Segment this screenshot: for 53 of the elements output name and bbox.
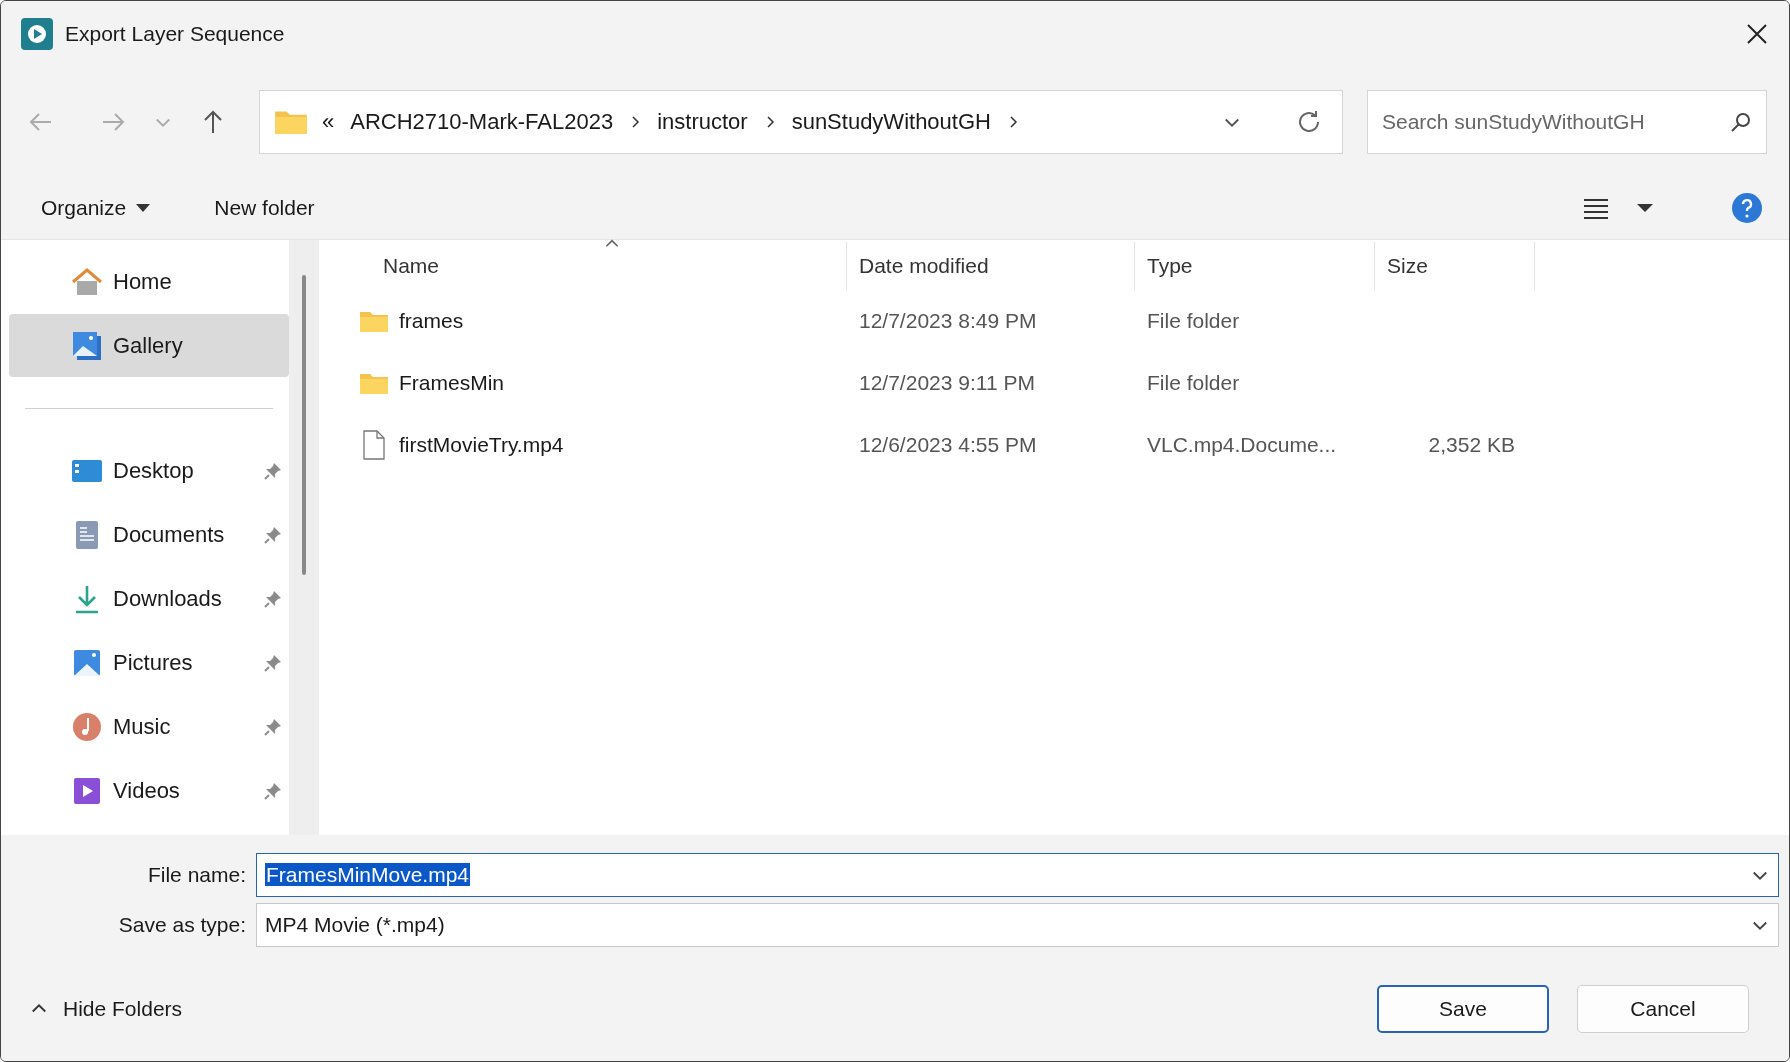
breadcrumb[interactable]: sunStudyWithoutGH xyxy=(789,109,993,135)
home-icon xyxy=(71,265,103,298)
dialog-button[interactable]: Save xyxy=(1377,985,1549,1033)
refresh-icon xyxy=(1296,109,1322,135)
search-field[interactable]: Search sunStudyWithoutGH xyxy=(1367,90,1767,154)
sidebar-item[interactable]: Music xyxy=(9,695,289,758)
column-header[interactable]: Size xyxy=(1375,242,1535,290)
overflow-button[interactable]: « xyxy=(320,109,337,135)
sidebar-item[interactable]: Desktop xyxy=(9,439,289,502)
file-row[interactable]: firstMovieTry.mp4 12/6/2023 4:55 PM VLC.mp4.Docume... 2,352 KB xyxy=(359,414,1789,476)
column-header[interactable]: Date modified xyxy=(847,242,1135,290)
caret-down-icon xyxy=(136,203,151,213)
organize-button[interactable]: Organize xyxy=(29,190,163,226)
file-name-field[interactable]: FramesMinMove.mp4 xyxy=(256,853,1779,897)
file-row[interactable]: frames 12/7/2023 8:49 PM File folder xyxy=(359,290,1789,352)
close-icon xyxy=(1745,22,1769,46)
sidebar-item[interactable]: Gallery xyxy=(9,314,289,377)
file-row[interactable]: FramesMin 12/7/2023 9:11 PM File folder xyxy=(359,352,1789,414)
pin-icon xyxy=(263,716,283,737)
sidebar-item[interactable]: Pictures xyxy=(9,631,289,694)
column-header[interactable]: Type xyxy=(1135,242,1375,290)
pin-icon xyxy=(263,460,283,481)
scrollbar-thumb[interactable] xyxy=(302,275,306,575)
breadcrumb[interactable]: ARCH2710-Mark-FAL2023 xyxy=(348,109,616,135)
caret-down-icon xyxy=(1637,203,1653,213)
app-icon xyxy=(21,18,53,50)
help-icon xyxy=(1731,192,1763,224)
address-bar[interactable]: « ARCH2710-Mark-FAL2023 instructor sunStudyWithoutGH xyxy=(259,90,1343,154)
field-label: Save as type: xyxy=(117,913,247,937)
field-label: File name: xyxy=(146,863,247,887)
music-icon xyxy=(71,710,103,743)
pin-icon xyxy=(263,524,283,545)
sidebar-item[interactable]: Home xyxy=(9,250,289,313)
pin-icon xyxy=(263,588,283,609)
breadcrumb[interactable]: instructor xyxy=(655,109,750,135)
folder-icon xyxy=(359,371,389,395)
folder-icon xyxy=(274,108,308,136)
gallery-icon xyxy=(71,329,103,362)
new-folder-button[interactable]: New folder xyxy=(202,190,327,226)
pin-icon xyxy=(263,652,283,673)
sidebar-item[interactable]: Documents xyxy=(9,503,289,566)
folder-icon xyxy=(359,309,389,333)
pin-icon xyxy=(263,780,283,801)
dialog-button[interactable]: Cancel xyxy=(1577,985,1749,1033)
column-header[interactable]: Name xyxy=(359,242,847,290)
sidebar-item[interactable]: Videos xyxy=(9,759,289,822)
search-icon xyxy=(1729,110,1753,134)
file-type-dropdown[interactable]: MP4 Movie (*.mp4) xyxy=(256,903,1779,947)
hide-folders-button[interactable]: Hide Folders xyxy=(29,997,1349,1021)
window-title: Export Layer Sequence xyxy=(65,22,286,46)
sidebar-item[interactable]: Downloads xyxy=(9,567,289,630)
list-view-icon xyxy=(1583,197,1609,219)
file-icon xyxy=(362,430,386,460)
